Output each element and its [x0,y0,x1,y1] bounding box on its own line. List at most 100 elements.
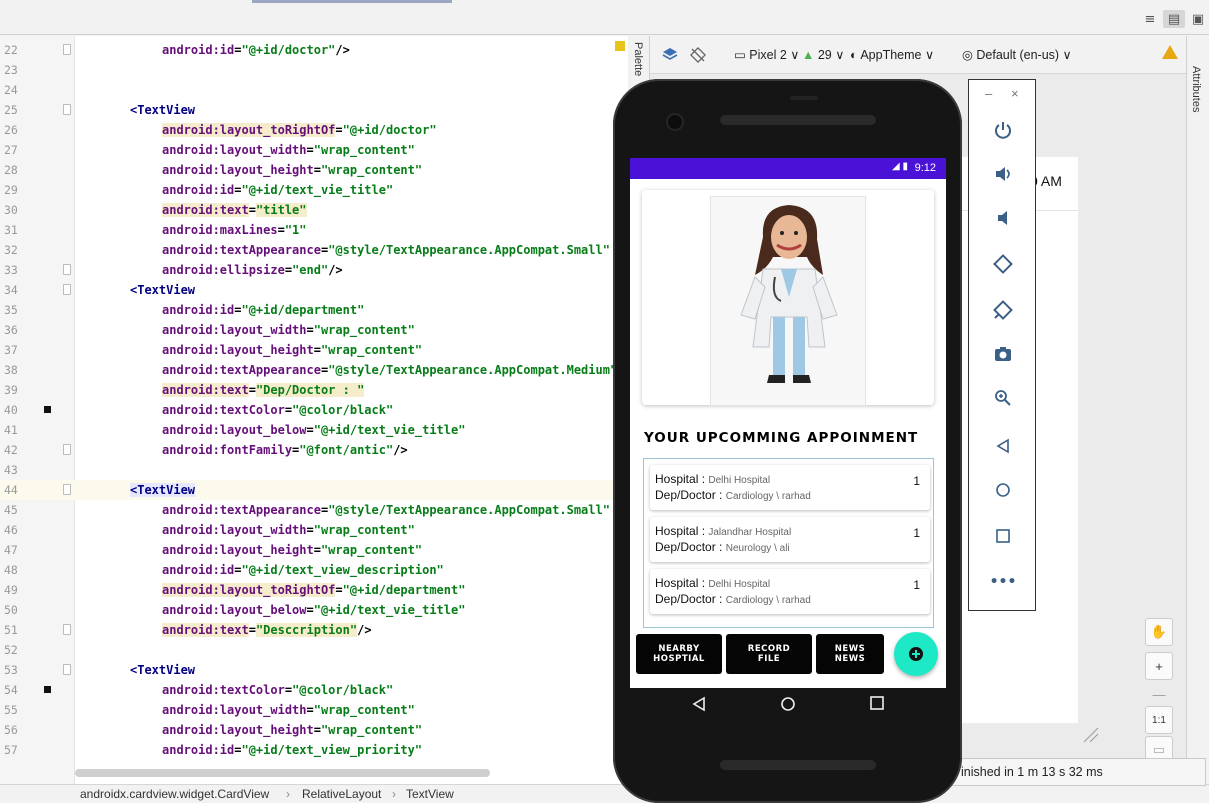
home-icon[interactable] [969,478,1037,502]
code-text: <TextView [130,103,196,117]
code-line[interactable]: 57 android:id="@+id/text_view_priority" [0,740,628,760]
warning-icon[interactable] [1162,45,1178,59]
overview-icon[interactable] [870,696,884,710]
phone-notch [790,96,818,100]
code-line[interactable]: 50 android:layout_below="@+id/text_vie_ti… [0,600,628,620]
volume-up-icon[interactable] [969,162,1037,186]
palette-label[interactable]: Palette [632,42,644,76]
code-line[interactable]: 43 [0,460,628,480]
code-line[interactable]: 37 android:layout_height="wrap_content" [0,340,628,360]
code-line[interactable]: 47 android:layout_height="wrap_content" [0,540,628,560]
fold-icon[interactable] [63,284,71,295]
code-line[interactable]: 27 android:layout_width="wrap_content" [0,140,628,160]
code-line[interactable]: 54 android:textColor="@color/black" [0,680,628,700]
volume-down-icon[interactable] [969,206,1037,230]
front-camera [668,115,682,129]
record-file-button[interactable]: RECORD FILE [726,634,812,674]
zoom-in-button[interactable]: + [1145,652,1173,680]
power-icon[interactable] [969,118,1037,142]
back-icon[interactable] [969,434,1037,458]
code-line[interactable]: 36 android:layout_width="wrap_content" [0,320,628,340]
close-icon[interactable]: × [1011,86,1019,101]
code-line[interactable]: 31 android:maxLines="1" [0,220,628,240]
code-line[interactable]: 56 android:layout_height="wrap_content" [0,720,628,740]
code-line[interactable]: 32 android:textAppearance="@style/TextApp… [0,240,628,260]
code-line[interactable]: 26 android:layout_toRightOf="@+id/doctor" [0,120,628,140]
breadcrumb-item-cardview[interactable]: androidx.cardview.widget.CardView [80,785,269,803]
code-line[interactable]: 25 <TextView [0,100,628,120]
code-line[interactable]: 40 android:textColor="@color/black" [0,400,628,420]
rotate-left-icon[interactable] [969,252,1037,276]
code-line[interactable]: 30 android:text="title" [0,200,628,220]
nearby-hospital-button[interactable]: NEARBY HOSPTIAL [636,634,722,674]
color-swatch-icon[interactable] [44,686,51,693]
code-line[interactable]: 38 android:textAppearance="@style/TextApp… [0,360,628,380]
breadcrumb-item-textview[interactable]: TextView [406,785,454,803]
design-view-icon[interactable]: ▣ [1187,10,1209,28]
more-options-icon[interactable]: ••• [969,570,1037,594]
breadcrumb-item-relativelayout[interactable]: RelativeLayout [302,785,381,803]
code-line[interactable]: 55 android:layout_width="wrap_content" [0,700,628,720]
fold-icon[interactable] [63,104,71,115]
code-line[interactable]: 42 android:fontFamily="@font/antic"/> [0,440,628,460]
fold-icon[interactable] [63,664,71,675]
minimize-icon[interactable]: – [985,86,992,101]
line-number: 46 [4,523,18,537]
horizontal-scrollbar[interactable] [75,769,490,777]
code-line[interactable]: 53 <TextView [0,660,628,680]
code-line[interactable]: 28 android:layout_height="wrap_content" [0,160,628,180]
code-line[interactable]: 35 android:id="@+id/department" [0,300,628,320]
color-swatch-icon[interactable] [44,406,51,413]
code-line[interactable]: 39 android:text="Dep/Doctor : " [0,380,628,400]
appointment-card[interactable]: Hospital : Delhi Hospital Dep/Doctor : C… [650,569,930,614]
screenshot-icon[interactable] [969,342,1037,366]
code-line[interactable]: 45 android:textAppearance="@style/TextApp… [0,500,628,520]
fold-icon[interactable] [63,624,71,635]
locale-selector[interactable]: ◎ Default (en-us) ∨ [962,47,1072,62]
code-line[interactable]: 24 [0,80,628,100]
zoom-actual-size-button[interactable]: 1:1 [1145,706,1173,734]
code-line[interactable]: 33 android:ellipsize="end"/> [0,260,628,280]
split-view-icon[interactable]: ▤ [1163,10,1185,28]
fold-icon[interactable] [63,444,71,455]
code-line[interactable]: 23 [0,60,628,80]
code-editor[interactable]: 22 android:id="@+id/doctor"/> 23 24 25 <TextV… [0,36,628,784]
attributes-tab[interactable] [1186,36,1209,784]
back-icon[interactable] [692,696,706,712]
department-doctor: Cardiology \ rarhad [725,595,811,606]
news-button[interactable]: NEWS NEWS [816,634,884,674]
rotate-right-icon[interactable] [969,298,1037,322]
attributes-label[interactable]: Attributes [1190,66,1202,112]
code-line[interactable]: 34 <TextView [0,280,628,300]
api-selector[interactable]: ▲ 29 ∨ [802,47,844,62]
appointment-card[interactable]: Hospital : Delhi Hospital Dep/Doctor : C… [650,465,930,510]
fold-icon[interactable] [63,44,71,55]
theme-selector[interactable]: ◐ AppTheme ∨ [850,47,934,62]
code-line[interactable]: 52 [0,640,628,660]
overview-icon[interactable] [969,524,1037,548]
appointment-card[interactable]: Hospital : Jalandhar Hospital Dep/Doctor… [650,517,930,562]
resize-handle-icon[interactable] [1082,726,1100,744]
layers-icon[interactable] [662,47,678,64]
code-line[interactable]: 22 android:id="@+id/doctor"/> [0,40,628,60]
code-line[interactable]: 51 android:text="Desccription"/> [0,620,628,640]
code-view-icon[interactable]: ≡ [1139,10,1161,28]
doctor-image-card[interactable] [642,190,934,406]
device-selector[interactable]: ▭ Pixel 2 ∨ [734,47,799,62]
code-line[interactable]: 46 android:layout_width="wrap_content" [0,520,628,540]
code-line[interactable]: 48 android:id="@+id/text_view_description… [0,560,628,580]
code-line[interactable]: 44 <TextView [0,480,628,500]
appointment-list[interactable]: Hospital : Delhi Hospital Dep/Doctor : C… [643,458,934,628]
zoom-out-button[interactable]: — [1145,680,1173,708]
phone-screen[interactable]: ◢ ▮ 9:12 YOUR UPCOMMING APPOINMENT Hospi… [630,158,946,688]
fold-icon[interactable] [63,484,71,495]
pan-hand-icon[interactable]: ✋ [1145,618,1173,646]
orientation-icon[interactable] [690,47,706,66]
button-line: NEARBY [658,644,700,654]
code-line[interactable]: 29 android:id="@+id/text_vie_title" [0,180,628,200]
code-line[interactable]: 41 android:layout_below="@+id/text_vie_ti… [0,420,628,440]
fold-icon[interactable] [63,264,71,275]
zoom-icon[interactable] [969,386,1037,410]
home-icon[interactable] [780,696,796,712]
code-line[interactable]: 49 android:layout_toRightOf="@+id/departm… [0,580,628,600]
